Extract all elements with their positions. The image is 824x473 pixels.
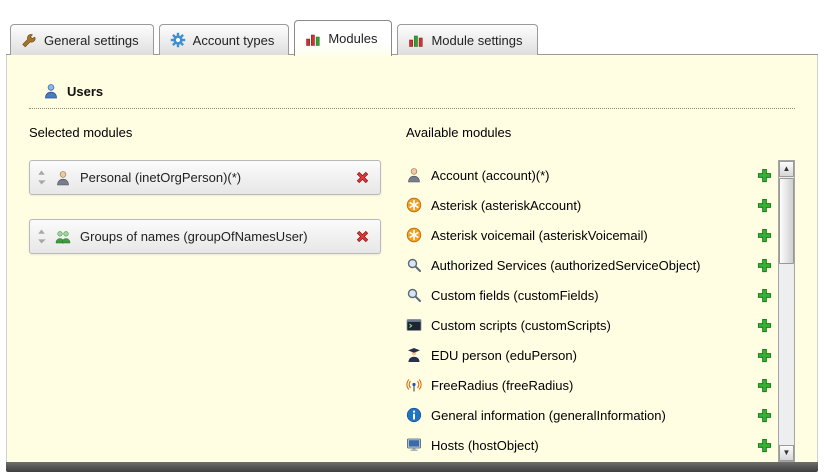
selected-modules-heading: Selected modules — [29, 125, 406, 140]
scrollbar-thumb[interactable] — [779, 178, 794, 264]
available-module-row: Custom fields (customFields) — [406, 280, 772, 310]
add-module-button[interactable] — [756, 437, 772, 453]
tab-label: Account types — [193, 33, 275, 48]
tab-account-types[interactable]: Account types — [159, 24, 290, 55]
module-settings-chart-icon — [408, 32, 424, 48]
available-module-label: Account (account)(*) — [431, 168, 550, 183]
add-module-button[interactable] — [756, 347, 772, 363]
available-module-row: FreeRadius (freeRadius) — [406, 370, 772, 400]
add-module-button[interactable] — [756, 287, 772, 303]
available-module-label: Custom scripts (customScripts) — [431, 318, 611, 333]
available-module-row: Hosts (hostObject) — [406, 430, 772, 460]
remove-module-button[interactable] — [354, 170, 370, 186]
scroll-down-arrow-icon: ▼ — [783, 449, 791, 457]
available-module-row: Asterisk (asteriskAccount) — [406, 190, 772, 220]
available-module-row: Account (account)(*) — [406, 160, 772, 190]
available-modules-list-wrap: Account (account)(*) Asterisk (asteriskA… — [406, 160, 795, 462]
tab-modules[interactable]: Modules — [294, 20, 392, 56]
available-module-label: Custom fields (customFields) — [431, 288, 599, 303]
add-module-button[interactable] — [756, 257, 772, 273]
available-module-row: General information (generalInformation) — [406, 400, 772, 430]
add-module-button[interactable] — [756, 317, 772, 333]
available-module-row: Custom scripts (customScripts) — [406, 310, 772, 340]
reorder-handle-icon[interactable] — [37, 170, 46, 185]
available-modules-column: Available modules Account (account)(*) — [406, 125, 795, 462]
gear-icon — [170, 32, 186, 48]
available-module-row: Authorized Services (authorizedServiceOb… — [406, 250, 772, 280]
scrollbar-track[interactable] — [779, 177, 794, 445]
available-module-label: Hosts (hostObject) — [431, 438, 539, 453]
available-module-label: Asterisk (asteriskAccount) — [431, 198, 581, 213]
add-module-button[interactable] — [756, 377, 772, 393]
user-icon — [43, 83, 59, 99]
scroll-up-arrow-icon: ▲ — [783, 165, 791, 173]
asterisk-icon — [406, 197, 422, 213]
tab-module-settings[interactable]: Module settings — [397, 24, 537, 55]
add-module-button[interactable] — [756, 197, 772, 213]
reorder-handle-icon[interactable] — [37, 229, 46, 244]
users-section-header: Users — [29, 61, 795, 109]
tab-general-settings[interactable]: General settings — [10, 24, 154, 55]
add-module-button[interactable] — [756, 227, 772, 243]
modules-panel: Users Selected modules Personal (inetOrg… — [6, 55, 818, 462]
radio-icon — [406, 377, 422, 393]
footer-bar — [6, 462, 818, 472]
tab-bar: General settings Account types Modules M… — [0, 0, 824, 55]
add-module-button[interactable] — [756, 407, 772, 423]
section-title: Users — [67, 84, 103, 99]
tab-label: Modules — [328, 31, 377, 46]
modules-columns: Selected modules Personal (inetOrgPerson… — [29, 125, 795, 462]
selected-module-label: Groups of names (groupOfNamesUser) — [80, 229, 345, 244]
remove-module-button[interactable] — [354, 229, 370, 245]
available-module-label: Authorized Services (authorizedServiceOb… — [431, 258, 701, 273]
terminal-icon — [406, 317, 422, 333]
graduate-icon — [406, 347, 422, 363]
group-icon — [55, 229, 71, 245]
modules-chart-icon — [305, 31, 321, 47]
add-module-button[interactable] — [756, 167, 772, 183]
available-module-row: EDU person (eduPerson) — [406, 340, 772, 370]
asterisk-icon — [406, 227, 422, 243]
info-icon — [406, 407, 422, 423]
magnifier-icon — [406, 287, 422, 303]
selected-modules-column: Selected modules Personal (inetOrgPerson… — [29, 125, 406, 462]
selected-module-row[interactable]: Groups of names (groupOfNamesUser) — [29, 219, 381, 254]
tab-label: Module settings — [431, 33, 522, 48]
wrench-icon — [21, 32, 37, 48]
scroll-up-button[interactable]: ▲ — [779, 161, 794, 177]
vertical-scrollbar[interactable]: ▲ ▼ — [778, 160, 795, 462]
scroll-down-button[interactable]: ▼ — [779, 445, 794, 461]
available-modules-list: Account (account)(*) Asterisk (asteriskA… — [406, 160, 778, 462]
available-module-label: Asterisk voicemail (asteriskVoicemail) — [431, 228, 648, 243]
person-icon — [406, 167, 422, 183]
tab-label: General settings — [44, 33, 139, 48]
available-module-label: EDU person (eduPerson) — [431, 348, 577, 363]
available-module-label: FreeRadius (freeRadius) — [431, 378, 573, 393]
available-module-label: General information (generalInformation) — [431, 408, 666, 423]
person-icon — [55, 170, 71, 186]
magnifier-icon — [406, 257, 422, 273]
available-module-row: Asterisk voicemail (asteriskVoicemail) — [406, 220, 772, 250]
selected-module-label: Personal (inetOrgPerson)(*) — [80, 170, 345, 185]
computer-icon — [406, 437, 422, 453]
available-modules-heading: Available modules — [406, 125, 795, 140]
selected-module-row[interactable]: Personal (inetOrgPerson)(*) — [29, 160, 381, 195]
